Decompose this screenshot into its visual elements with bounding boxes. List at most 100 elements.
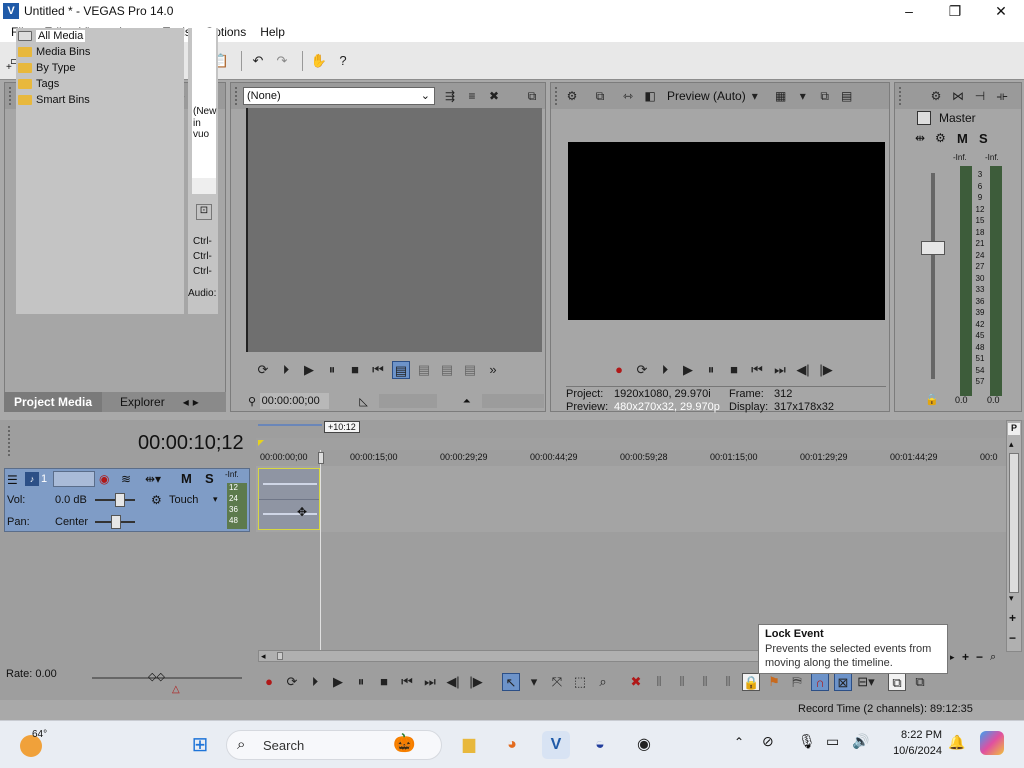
arm-record-icon[interactable]: ◉ xyxy=(99,472,109,486)
go-to-start-icon[interactable]: ⏮ xyxy=(748,361,766,379)
track-list-icon[interactable]: P xyxy=(1008,423,1020,435)
stop-icon[interactable]: ■ xyxy=(346,361,364,379)
file-explorer-icon[interactable]: ▆ xyxy=(455,731,483,759)
split-screen-icon[interactable]: ⇿ xyxy=(619,87,637,105)
fit-icon[interactable]: ▤ xyxy=(461,361,479,379)
scroll-down-icon[interactable]: ▾ xyxy=(1009,593,1014,604)
stop-icon[interactable]: ■ xyxy=(725,361,743,379)
tree-item-by-type[interactable]: + By Type xyxy=(6,60,184,76)
insert-marker-icon[interactable]: ⚑ xyxy=(765,673,783,691)
menu-help[interactable]: Help xyxy=(253,22,292,42)
event-fx-icon[interactable]: ✋ xyxy=(309,51,329,71)
timeline-cursor[interactable] xyxy=(320,450,321,650)
tree-item-all-media[interactable]: All Media xyxy=(16,28,184,44)
overwrite-icon[interactable]: ▤ xyxy=(438,361,456,379)
marker-bar[interactable] xyxy=(256,438,1006,450)
clock-time[interactable]: 8:22 PM xyxy=(884,729,942,741)
zoom-icon[interactable]: ⏶ xyxy=(463,396,482,407)
next-frame-icon[interactable]: |▶ xyxy=(467,673,485,691)
trim-icon[interactable]: ⫴ xyxy=(650,673,668,691)
play-from-start-icon[interactable]: ⏵ xyxy=(656,361,674,379)
video-preview-screen[interactable] xyxy=(568,142,885,320)
tab-explorer[interactable]: Explorer xyxy=(110,392,175,412)
play-from-start-icon[interactable]: ⏵ xyxy=(277,361,295,379)
loop-icon[interactable]: ⟳ xyxy=(254,361,272,379)
selection-field[interactable] xyxy=(378,394,437,408)
trimmer-list-icon[interactable]: ≡ xyxy=(463,87,481,105)
dim-output-icon[interactable]: ⊣ xyxy=(971,87,989,105)
split-icon[interactable]: ⫴ xyxy=(719,673,737,691)
play-icon[interactable]: ▶ xyxy=(679,361,697,379)
timeline-vertical-scrollbar[interactable]: P ▴ ▾ + − xyxy=(1006,420,1022,652)
zoom-in-icon[interactable]: + xyxy=(962,650,976,664)
zoom-out-icon[interactable]: − xyxy=(976,650,990,664)
rate-slider-thumb-icon[interactable]: ◇◇ xyxy=(148,670,165,683)
headphones-app-icon[interactable]: ◒ xyxy=(586,731,614,759)
master-fx-chain-icon[interactable]: ⇹ xyxy=(915,131,925,145)
tab-scroll-left-icon[interactable]: ◂ xyxy=(181,392,191,412)
mark-icon[interactable]: ◺ xyxy=(359,395,378,408)
play-from-start-icon[interactable]: ⏵ xyxy=(306,673,324,691)
vertical-scroll-thumb[interactable] xyxy=(1009,453,1019,593)
save-snapshot-icon[interactable]: ▤ xyxy=(838,87,856,105)
edit-tool-dropdown-icon[interactable]: ▾ xyxy=(525,673,543,691)
timeline-grip[interactable] xyxy=(8,426,12,456)
trimmer-remove-icon[interactable]: ✖ xyxy=(485,87,503,105)
weather-temperature[interactable]: 64° xyxy=(32,729,47,740)
insert-region-icon[interactable]: ⛿ xyxy=(788,673,806,691)
lock-event-icon[interactable]: 🔒 xyxy=(742,673,760,691)
expand-icon[interactable]: + xyxy=(6,60,12,76)
display-icon[interactable]: ▭ xyxy=(826,733,839,750)
zoom-field[interactable] xyxy=(482,394,544,408)
ignore-grouping-icon[interactable]: ⧉ xyxy=(911,673,929,691)
redo-icon[interactable]: ↷ xyxy=(272,51,292,71)
loop-icon[interactable]: ⟳ xyxy=(633,361,651,379)
tab-project-media[interactable]: Project Media xyxy=(4,392,103,412)
cursor-handle[interactable] xyxy=(318,452,324,464)
add-to-timeline-icon[interactable]: ▤ xyxy=(392,361,410,379)
timeline-time-display[interactable]: 00:00:10;12 xyxy=(138,432,244,455)
play-icon[interactable]: ▶ xyxy=(329,673,347,691)
vegas-taskbar-icon[interactable]: V xyxy=(542,731,570,759)
play-icon[interactable]: ▶ xyxy=(300,361,318,379)
track-collapse-icon[interactable]: ☰ xyxy=(7,473,18,487)
lock-envelopes-icon[interactable]: ⧉ xyxy=(888,673,906,691)
record-icon[interactable]: ● xyxy=(260,673,278,691)
trimmer-history-icon[interactable]: ⇶ xyxy=(441,87,459,105)
ripple-edit-icon[interactable]: ⊟▾ xyxy=(857,673,875,691)
normal-edit-tool-icon[interactable]: ↖ xyxy=(502,673,520,691)
envelope-tool-icon[interactable]: ⤧ xyxy=(548,673,566,691)
close-button[interactable]: ✕ xyxy=(978,0,1024,22)
copy-snapshot-icon[interactable]: ⧉ xyxy=(816,87,834,105)
trimmer-timecode[interactable]: 00:00:00;00 xyxy=(259,393,330,409)
track-height-increase-icon[interactable]: + xyxy=(1009,611,1016,625)
trimmer-view-icon[interactable]: ⧉ xyxy=(523,87,541,105)
chevron-down-icon[interactable]: ▾ xyxy=(746,87,764,105)
whats-this-help-icon[interactable]: ? xyxy=(333,51,353,71)
trimmer-view[interactable] xyxy=(246,108,542,352)
pause-icon[interactable]: ⏸ xyxy=(352,673,370,691)
notification-bell-icon[interactable]: 🔔 xyxy=(948,734,965,751)
timeline-ruler[interactable]: 00:00:00;00 00:00:15;00 00:00:29;29 00:00:4… xyxy=(256,450,1006,532)
copilot-icon[interactable] xyxy=(980,731,1004,755)
media-app-icon[interactable]: ◉ xyxy=(630,731,658,759)
trim-end-icon[interactable]: ⫴ xyxy=(696,673,714,691)
scroll-thumb[interactable] xyxy=(277,652,283,660)
tree-item-media-bins[interactable]: Media Bins xyxy=(16,44,184,60)
zoom-tool-icon[interactable]: ⌕ xyxy=(990,651,1004,664)
volume-slider[interactable] xyxy=(115,493,125,507)
panel-grip[interactable] xyxy=(9,87,13,105)
undo-icon[interactable]: ↶ xyxy=(248,51,268,71)
pan-slider[interactable] xyxy=(111,515,121,529)
automation-mode[interactable]: Touch xyxy=(169,494,198,506)
lock-envelopes-icon[interactable]: ⟛ xyxy=(993,87,1011,105)
split-view-icon[interactable]: ◧ xyxy=(641,87,659,105)
master-solo-button[interactable]: S xyxy=(979,131,988,146)
lock-icon[interactable]: 🔒 xyxy=(925,393,939,406)
go-to-end-icon[interactable]: ⏭ xyxy=(421,673,439,691)
loop-region-bar[interactable] xyxy=(258,424,322,426)
stop-icon[interactable]: ■ xyxy=(375,673,393,691)
show-hidden-icons-icon[interactable]: ⌃ xyxy=(734,735,744,749)
go-to-start-icon[interactable]: ⏮ xyxy=(398,673,416,691)
pause-icon[interactable]: ⏸ xyxy=(323,361,341,379)
